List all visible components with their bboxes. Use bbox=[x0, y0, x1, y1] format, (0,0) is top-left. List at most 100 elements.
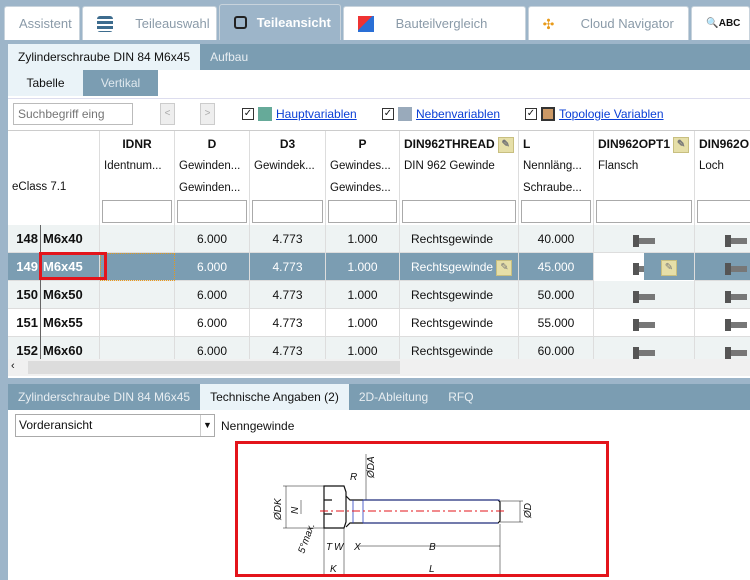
cell-hole[interactable] bbox=[695, 309, 750, 337]
view-select[interactable]: Vorderansicht ▼ bbox=[15, 414, 215, 437]
topo-vars-link[interactable]: Topologie Variablen bbox=[559, 107, 664, 121]
column-filter-input[interactable] bbox=[102, 200, 172, 223]
row-name[interactable]: M6x50 bbox=[41, 281, 100, 309]
tab-teileauswahl[interactable]: Teileauswahl bbox=[82, 6, 217, 40]
column-desc: Nennläng... bbox=[523, 160, 582, 172]
checkbox[interactable]: ✓ bbox=[382, 108, 394, 120]
tab-aufbau[interactable]: Aufbau bbox=[200, 44, 258, 70]
tab-label: Bauteilvergleich bbox=[395, 16, 488, 31]
tab-assistent[interactable]: Assistent bbox=[4, 6, 81, 40]
cell-d3[interactable]: 4.773 bbox=[250, 253, 326, 281]
horizontal-scrollbar[interactable]: ‹ bbox=[8, 359, 750, 376]
tab-technical-data[interactable]: Technische Angaben (2) bbox=[200, 384, 349, 410]
tab-teileansicht[interactable]: Teileansicht bbox=[218, 4, 341, 40]
tab-cloud-navigator[interactable]: ✣ Cloud Navigator bbox=[527, 6, 690, 40]
thread-value: Rechtsgewinde bbox=[411, 260, 494, 274]
row-name[interactable]: M6x55 bbox=[41, 309, 100, 337]
cell-p[interactable]: 1.000 bbox=[326, 253, 400, 281]
column-name: D bbox=[207, 137, 217, 151]
cell-idnr[interactable] bbox=[100, 225, 175, 253]
cell-idnr[interactable] bbox=[100, 281, 175, 309]
cell-flange[interactable]: ✎ bbox=[594, 253, 695, 281]
table-row[interactable]: 148 M6x40 6.000 4.773 1.000 Rechtsgewind… bbox=[8, 225, 750, 253]
column-filter-input[interactable] bbox=[402, 200, 516, 223]
edit-pencil-icon[interactable]: ✎ bbox=[497, 137, 514, 153]
next-button[interactable]: > bbox=[200, 103, 215, 125]
column-name: DIN962OPT1 bbox=[598, 137, 671, 152]
hole-screw-icon bbox=[725, 262, 747, 275]
cell-d[interactable]: 6.000 bbox=[175, 253, 250, 281]
column-filter-input[interactable] bbox=[252, 200, 323, 223]
chevron-down-icon[interactable]: ▼ bbox=[200, 415, 214, 436]
scroll-thumb[interactable] bbox=[28, 361, 400, 374]
cell-idnr[interactable] bbox=[100, 253, 175, 281]
table-row[interactable]: 149 M6x45 6.000 4.773 1.000 Rechtsgewind… bbox=[8, 253, 750, 281]
cell-p[interactable]: 1.000 bbox=[326, 309, 400, 337]
search-input[interactable] bbox=[13, 103, 133, 125]
cell-d3[interactable]: 4.773 bbox=[250, 225, 326, 253]
cell-l[interactable]: 45.000 bbox=[519, 253, 594, 281]
cell-hole[interactable] bbox=[695, 225, 750, 253]
hole-screw-icon bbox=[725, 318, 747, 331]
main-vars-toggle[interactable]: ✓ Hauptvariablen bbox=[242, 107, 357, 121]
column-desc: DIN 962 Gewinde bbox=[404, 160, 495, 172]
cell-d[interactable]: 6.000 bbox=[175, 309, 250, 337]
tab-bauteilvergleich[interactable]: Bauteilvergleich bbox=[342, 6, 526, 40]
cell-d3[interactable]: 4.773 bbox=[250, 281, 326, 309]
checkbox[interactable]: ✓ bbox=[525, 108, 537, 120]
tab-rfq[interactable]: RFQ bbox=[438, 384, 483, 410]
edit-pencil-icon[interactable]: ✎ bbox=[661, 259, 677, 276]
cell-thread[interactable]: Rechtsgewinde bbox=[400, 281, 519, 309]
topo-vars-toggle[interactable]: ✓ Topologie Variablen bbox=[525, 107, 664, 121]
cell-flange[interactable] bbox=[594, 309, 695, 337]
cell-p[interactable]: 1.000 bbox=[326, 225, 400, 253]
cell-d[interactable]: 6.000 bbox=[175, 225, 250, 253]
sub-vars-link[interactable]: Nebenvariablen bbox=[416, 107, 500, 121]
prev-button[interactable]: < bbox=[160, 103, 175, 125]
tab-label: Teileansicht bbox=[256, 15, 331, 30]
tab-vertikal[interactable]: Vertikal bbox=[83, 70, 158, 96]
sub-vars-toggle[interactable]: ✓ Nebenvariablen bbox=[382, 107, 500, 121]
cell-l[interactable]: 50.000 bbox=[519, 281, 594, 309]
thread-value: Rechtsgewinde bbox=[411, 316, 494, 330]
tab-2d-derivation[interactable]: 2D-Ableitung bbox=[349, 384, 438, 410]
cell-thread[interactable]: Rechtsgewinde bbox=[400, 309, 519, 337]
view-select-value: Vorderansicht bbox=[19, 418, 93, 432]
search-abc-icon: 🔍ABC bbox=[706, 18, 741, 29]
cell-thread[interactable]: Rechtsgewinde ✎ bbox=[400, 253, 519, 281]
cell-thread[interactable]: Rechtsgewinde bbox=[400, 225, 519, 253]
cell-p[interactable]: 1.000 bbox=[326, 281, 400, 309]
cubes-icon bbox=[233, 16, 247, 29]
column-filter-input[interactable] bbox=[177, 200, 247, 223]
table-row[interactable]: 151 M6x55 6.000 4.773 1.000 Rechtsgewind… bbox=[8, 309, 750, 337]
column-filter-input[interactable] bbox=[521, 200, 591, 223]
cell-idnr[interactable] bbox=[100, 309, 175, 337]
tab-part[interactable]: Zylinderschraube DIN 84 M6x45 bbox=[8, 44, 201, 70]
scroll-left-icon[interactable]: ‹ bbox=[11, 360, 15, 372]
row-number: 149 bbox=[8, 253, 41, 281]
cell-flange[interactable] bbox=[594, 225, 695, 253]
tab-part-details[interactable]: Zylinderschraube DIN 84 M6x45 bbox=[8, 384, 200, 410]
table-row[interactable]: 150 M6x50 6.000 4.773 1.000 Rechtsgewind… bbox=[8, 281, 750, 309]
row-name[interactable]: M6x40 bbox=[41, 225, 100, 253]
column-filter-input[interactable] bbox=[596, 200, 692, 223]
tab-search[interactable]: 🔍ABC bbox=[691, 6, 750, 40]
column-filter-input[interactable] bbox=[328, 200, 397, 223]
tab-tabelle[interactable]: Tabelle bbox=[8, 70, 83, 96]
column-name: DIN962THREAD bbox=[404, 137, 495, 152]
checkbox[interactable]: ✓ bbox=[242, 108, 254, 120]
cell-d3[interactable]: 4.773 bbox=[250, 309, 326, 337]
edit-pencil-icon[interactable]: ✎ bbox=[673, 137, 690, 153]
edit-pencil-icon[interactable]: ✎ bbox=[496, 259, 513, 276]
column-filter-input[interactable] bbox=[697, 200, 750, 223]
cell-l[interactable]: 55.000 bbox=[519, 309, 594, 337]
table-toolbar: < > ✓ Hauptvariablen ✓ Nebenvariablen ✓ Top… bbox=[8, 98, 750, 126]
cell-flange[interactable] bbox=[594, 281, 695, 309]
svg-text:N: N bbox=[290, 506, 301, 514]
cell-hole[interactable] bbox=[695, 281, 750, 309]
cell-d[interactable]: 6.000 bbox=[175, 281, 250, 309]
cell-hole[interactable] bbox=[695, 253, 750, 281]
cell-l[interactable]: 40.000 bbox=[519, 225, 594, 253]
svg-text:T: T bbox=[326, 542, 333, 553]
main-vars-link[interactable]: Hauptvariablen bbox=[276, 107, 357, 121]
